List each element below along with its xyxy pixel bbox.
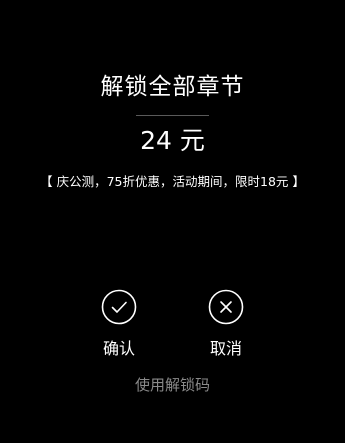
price-text: 24 元 bbox=[140, 126, 205, 155]
cancel-button[interactable]: 取消 bbox=[186, 289, 266, 360]
confirm-label: 确认 bbox=[102, 339, 135, 358]
title-divider bbox=[136, 115, 209, 116]
check-circle-icon bbox=[101, 289, 137, 325]
close-circle-icon bbox=[208, 289, 244, 325]
cancel-label: 取消 bbox=[209, 339, 242, 358]
dialog-title: 解锁全部章节 bbox=[100, 74, 245, 100]
promo-text: 【 庆公测，75折优惠，活动期间，限时18元 】 bbox=[40, 174, 305, 189]
confirm-button[interactable]: 确认 bbox=[79, 289, 159, 360]
use-unlock-code-link[interactable]: 使用解锁码 bbox=[0, 375, 345, 395]
